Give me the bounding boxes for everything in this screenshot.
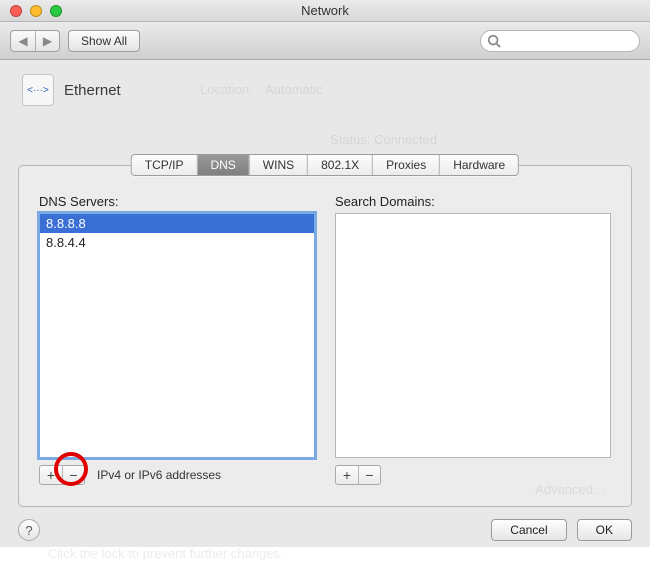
add-domain-button[interactable]: +: [336, 466, 358, 484]
tab-hardware[interactable]: Hardware: [439, 155, 518, 175]
sheet-buttons: Cancel OK: [491, 519, 632, 541]
show-all-button[interactable]: Show All: [68, 30, 140, 52]
search-domains-plus-minus[interactable]: + −: [335, 465, 381, 485]
zoom-icon[interactable]: [50, 5, 62, 17]
list-item[interactable]: 8.8.4.4: [40, 233, 314, 252]
ok-button[interactable]: OK: [577, 519, 632, 541]
tab-proxies[interactable]: Proxies: [372, 155, 439, 175]
toolbar: ◀ ▶ Show All: [0, 22, 650, 60]
search-domains-column: Search Domains: + −: [335, 194, 611, 486]
back-button[interactable]: ◀: [11, 31, 35, 51]
preference-header: <···> Ethernet: [0, 60, 650, 116]
dns-servers-list[interactable]: 8.8.8.8 8.8.4.4: [39, 213, 315, 458]
tab-8021x[interactable]: 802.1X: [307, 155, 372, 175]
tab-dns[interactable]: DNS: [196, 155, 248, 175]
settings-sheet: TCP/IP DNS WINS 802.1X Proxies Hardware …: [18, 168, 632, 507]
dns-servers-footer: + − IPv4 or IPv6 addresses: [39, 458, 315, 486]
remove-domain-button[interactable]: −: [358, 466, 380, 484]
connection-name: Ethernet: [64, 82, 121, 99]
dns-servers-plus-minus[interactable]: + −: [39, 465, 85, 485]
dns-servers-column: DNS Servers: 8.8.8.8 8.8.4.4 + − IPv4 or…: [39, 194, 315, 486]
window-title: Network: [0, 3, 650, 18]
content-area: <···> Ethernet Location: Automatic Statu…: [0, 60, 650, 547]
titlebar: Network: [0, 0, 650, 22]
close-icon[interactable]: [10, 5, 22, 17]
nav-back-forward[interactable]: ◀ ▶: [10, 30, 60, 52]
search-input[interactable]: [480, 30, 640, 52]
add-dns-button[interactable]: +: [40, 466, 62, 484]
tab-wins[interactable]: WINS: [249, 155, 307, 175]
forward-button[interactable]: ▶: [35, 31, 59, 51]
list-item[interactable]: 8.8.8.8: [40, 214, 314, 233]
cancel-button[interactable]: Cancel: [491, 519, 566, 541]
tab-tcpip[interactable]: TCP/IP: [132, 155, 197, 175]
lock-hint-faint: Click the lock to prevent further change…: [48, 546, 284, 561]
dns-panel: DNS Servers: 8.8.8.8 8.8.4.4 + − IPv4 or…: [18, 165, 632, 507]
search-domains-label: Search Domains:: [335, 194, 611, 209]
remove-dns-button[interactable]: −: [62, 466, 84, 484]
ethernet-icon: <···>: [22, 74, 54, 106]
search-wrap: [480, 30, 640, 52]
search-domains-list[interactable]: [335, 213, 611, 458]
dns-hint: IPv4 or IPv6 addresses: [97, 468, 221, 482]
status-faint: Status: Connected: [330, 132, 437, 147]
help-button[interactable]: ?: [18, 519, 40, 541]
dns-servers-label: DNS Servers:: [39, 194, 315, 209]
search-icon: [487, 34, 501, 48]
tab-segmented-control[interactable]: TCP/IP DNS WINS 802.1X Proxies Hardware: [131, 154, 519, 176]
minimize-icon[interactable]: [30, 5, 42, 17]
search-domains-footer: + −: [335, 458, 611, 486]
window-controls: [0, 5, 62, 17]
